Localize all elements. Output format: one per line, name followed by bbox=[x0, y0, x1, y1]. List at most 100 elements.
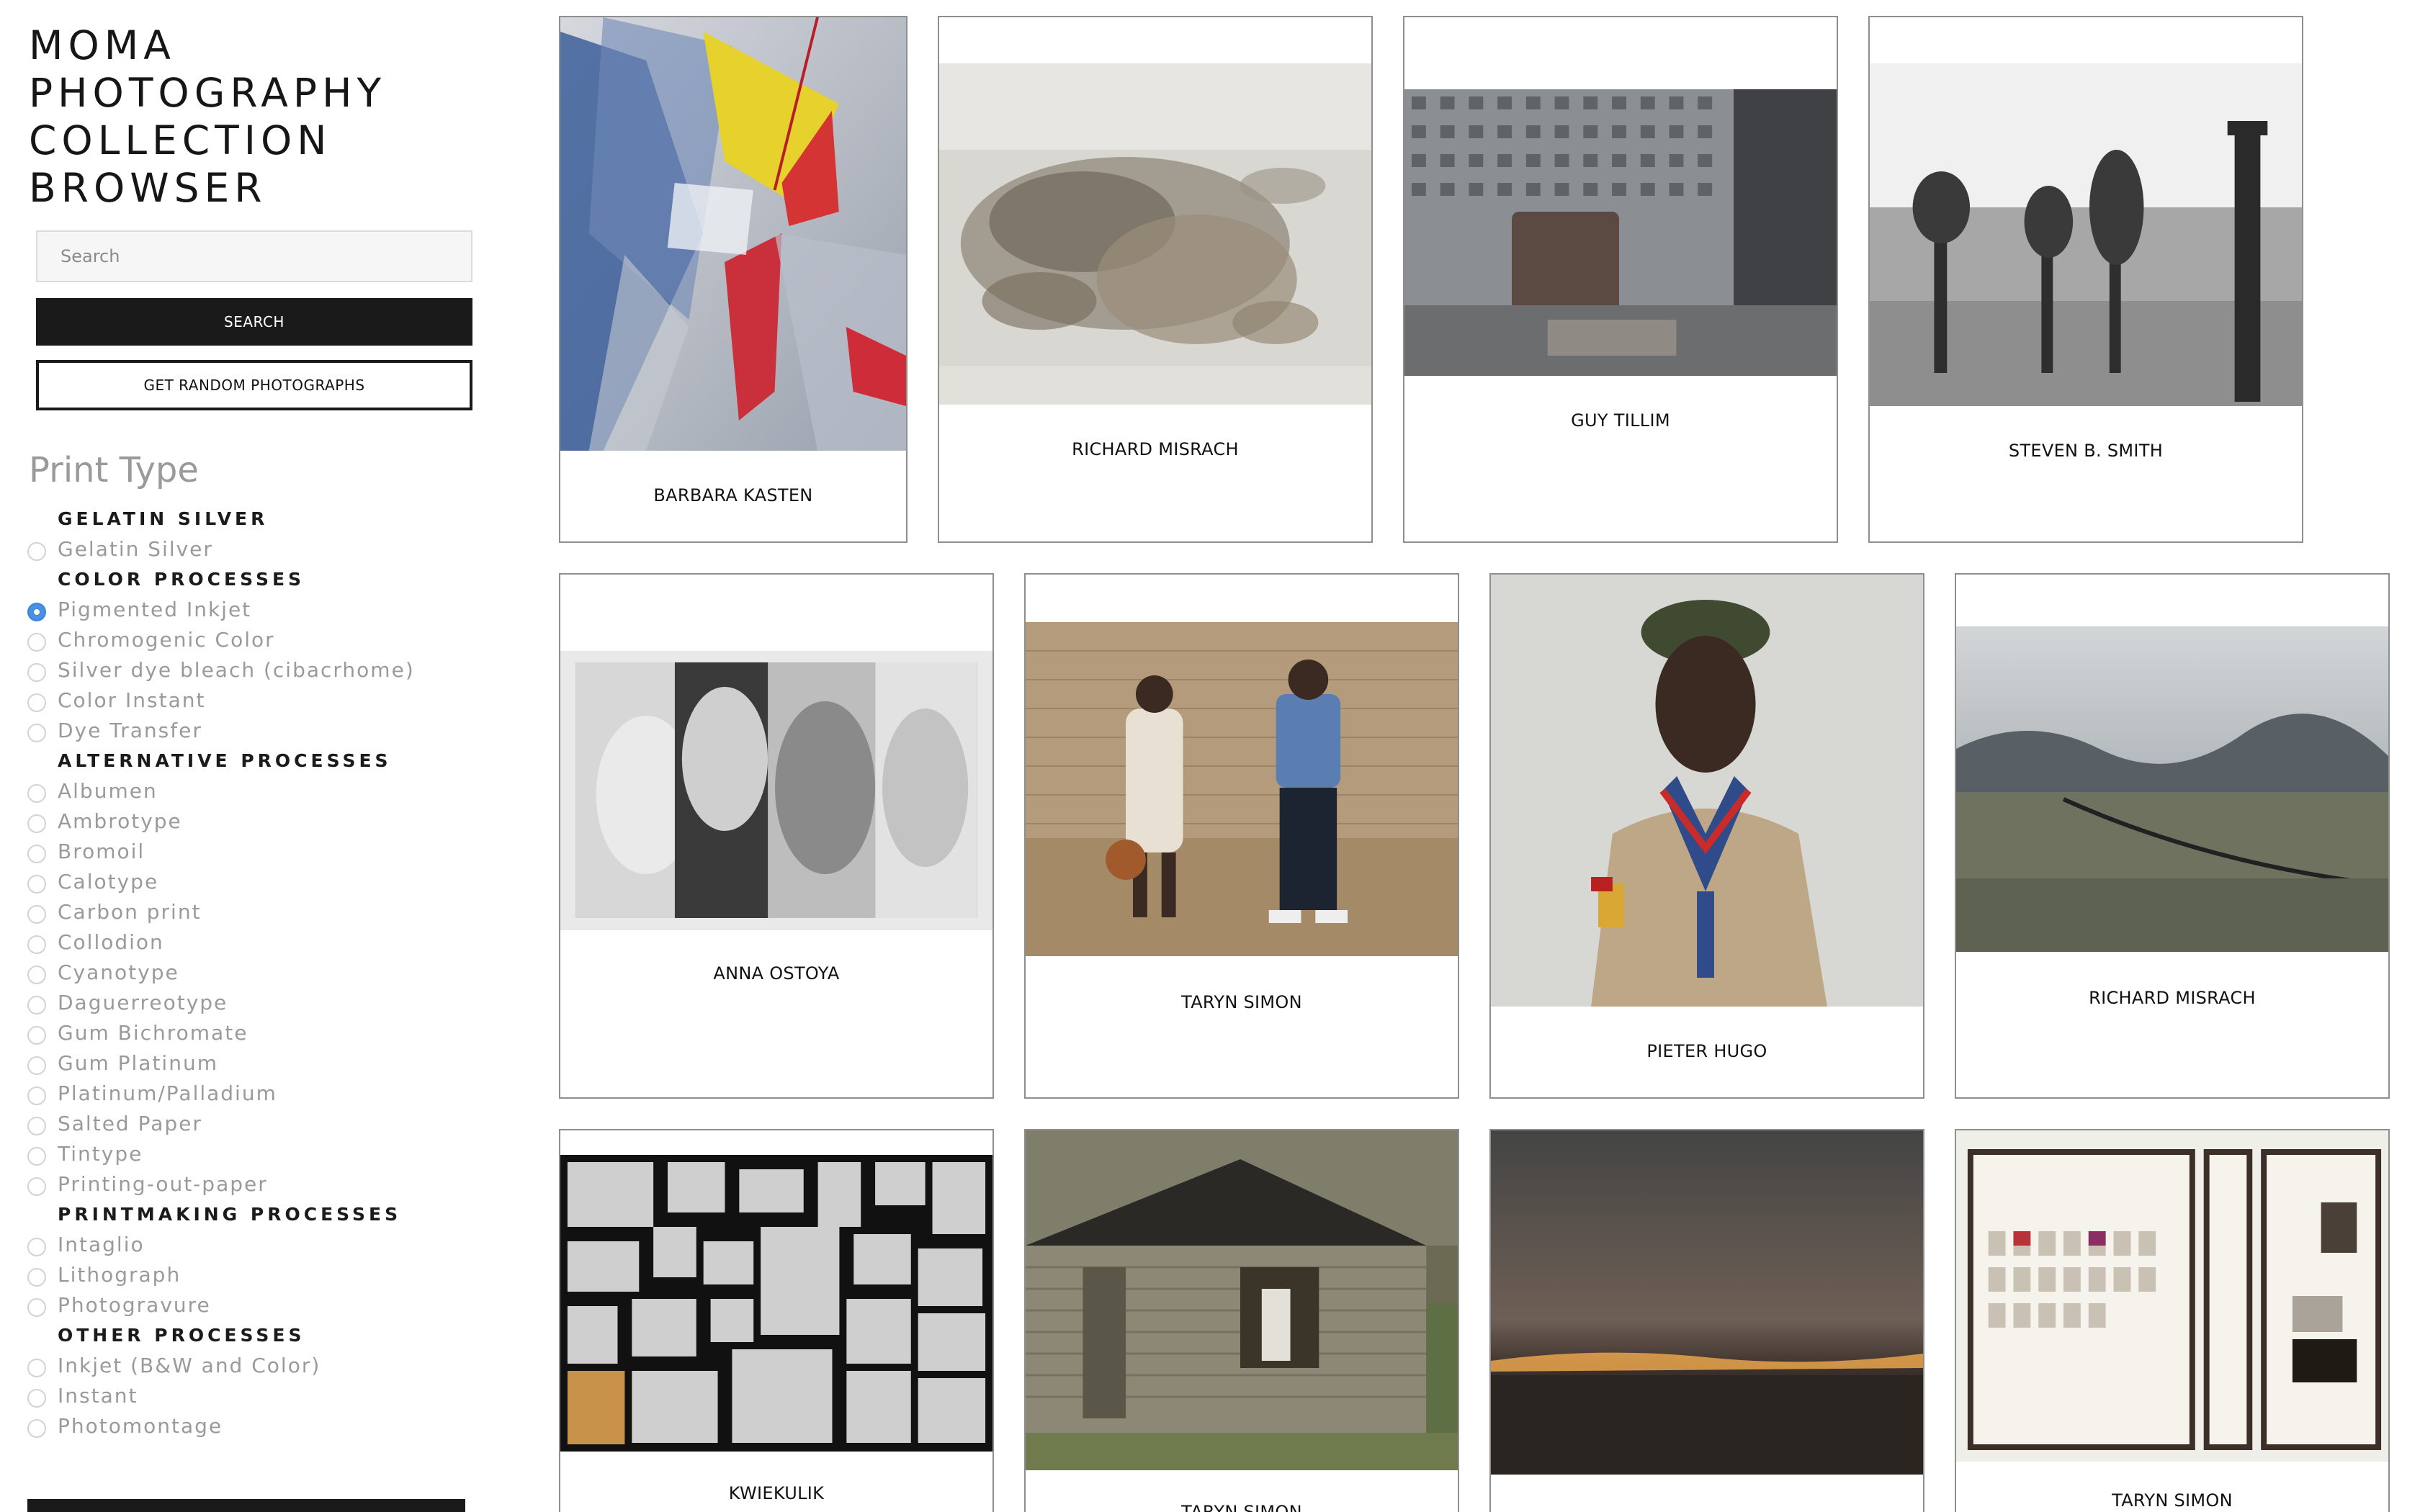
photo-card[interactable]: TARYN SIMON bbox=[1024, 1129, 1459, 1512]
filter-option-salted-paper[interactable]: Salted Paper bbox=[0, 1109, 519, 1139]
filter-group-gelatin-silver: GELATIN SILVER bbox=[58, 508, 269, 529]
site-title: MOMA PHOTOGRAPHY COLLECTION BROWSER bbox=[29, 22, 490, 212]
photo-card[interactable]: TARYN SIMON bbox=[1955, 1129, 2390, 1512]
photo-image bbox=[1026, 1130, 1458, 1470]
filter-option-label: Chromogenic Color bbox=[58, 628, 275, 652]
photo-card[interactable] bbox=[1489, 1129, 1924, 1512]
photo-card[interactable]: RICHARD MISRACH bbox=[938, 16, 1373, 543]
radio-button[interactable] bbox=[27, 996, 46, 1014]
filter-option-label: Gelatin Silver bbox=[58, 537, 213, 561]
radio-button[interactable] bbox=[27, 724, 46, 742]
radio-button[interactable] bbox=[27, 693, 46, 712]
photo-image bbox=[560, 1155, 992, 1452]
radio-button[interactable] bbox=[27, 1086, 46, 1105]
radio-button[interactable] bbox=[27, 1147, 46, 1166]
radio-button[interactable] bbox=[27, 1268, 46, 1287]
radio-button[interactable] bbox=[27, 1359, 46, 1377]
filter-option-label: Photogravure bbox=[58, 1293, 211, 1317]
radio-button[interactable] bbox=[27, 905, 46, 924]
search-input[interactable] bbox=[36, 230, 472, 282]
radio-button[interactable] bbox=[27, 935, 46, 954]
radio-button[interactable] bbox=[27, 633, 46, 652]
print-type-heading: Print Type bbox=[29, 450, 199, 490]
photo-card[interactable]: TARYN SIMON bbox=[1024, 573, 1459, 1099]
filter-option-ambrotype[interactable]: Ambrotype bbox=[0, 806, 519, 837]
filter-option-carbon-print[interactable]: Carbon print bbox=[0, 897, 519, 927]
filter-option-tintype[interactable]: Tintype bbox=[0, 1139, 519, 1169]
photo-artist: PIETER HUGO bbox=[1646, 1041, 1767, 1061]
radio-button[interactable] bbox=[27, 1026, 46, 1045]
print-type-filter-list: GELATIN SILVER Gelatin Silver COLOR PROCES… bbox=[0, 504, 519, 1441]
filter-option-instant[interactable]: Instant bbox=[0, 1381, 519, 1411]
filter-option-collodion[interactable]: Collodion bbox=[0, 927, 519, 958]
search-button[interactable]: SEARCH bbox=[36, 298, 472, 346]
filter-option-dye-transfer[interactable]: Dye Transfer bbox=[0, 716, 519, 746]
radio-button[interactable] bbox=[27, 542, 46, 561]
filter-option-label: Daguerreotype bbox=[58, 991, 228, 1014]
radio-button[interactable] bbox=[27, 1298, 46, 1317]
photo-card[interactable]: ANNA OSTOYA bbox=[559, 573, 994, 1099]
filter-option-cyanotype[interactable]: Cyanotype bbox=[0, 958, 519, 988]
filter-option-pigmented-inkjet[interactable]: Pigmented Inkjet bbox=[0, 595, 519, 625]
filter-option-label: Pigmented Inkjet bbox=[58, 598, 252, 621]
photo-image bbox=[1491, 1130, 1923, 1475]
filter-option-gum-platinum[interactable]: Gum Platinum bbox=[0, 1048, 519, 1079]
filter-option-label: Collodion bbox=[58, 930, 164, 954]
filter-option-label: Color Instant bbox=[58, 688, 206, 712]
radio-button[interactable] bbox=[27, 1177, 46, 1196]
photo-card[interactable]: RICHARD MISRACH bbox=[1955, 573, 2390, 1099]
filter-option-gum-bichromate[interactable]: Gum Bichromate bbox=[0, 1018, 519, 1048]
filter-option-gelatin-silver[interactable]: Gelatin Silver bbox=[0, 534, 519, 564]
filter-option-lithograph[interactable]: Lithograph bbox=[0, 1260, 519, 1290]
filter-option-photogravure[interactable]: Photogravure bbox=[0, 1290, 519, 1320]
filter-group-other-processes: OTHER PROCESSES bbox=[58, 1325, 305, 1346]
photo-card[interactable]: BARBARA KASTEN bbox=[559, 16, 908, 543]
filter-option-inkjet-b-w-and-color[interactable]: Inkjet (B&W and Color) bbox=[0, 1351, 519, 1381]
site-title-line: PHOTOGRAPHY bbox=[29, 70, 387, 116]
radio-button[interactable] bbox=[27, 663, 46, 682]
photo-artist: TARYN SIMON bbox=[2112, 1490, 2233, 1511]
radio-button[interactable] bbox=[27, 814, 46, 833]
site-title-line: COLLECTION bbox=[29, 117, 332, 163]
photo-image bbox=[1956, 626, 2388, 952]
photo-image bbox=[1404, 89, 1837, 376]
photo-artist: ANNA OSTOYA bbox=[713, 963, 840, 984]
filter-option-daguerreotype[interactable]: Daguerreotype bbox=[0, 988, 519, 1018]
radio-button[interactable] bbox=[27, 1056, 46, 1075]
filter-option-intaglio[interactable]: Intaglio bbox=[0, 1230, 519, 1260]
filter-option-albumen[interactable]: Albumen bbox=[0, 776, 519, 806]
photo-artist: GUY TILLIM bbox=[1571, 410, 1670, 431]
filter-option-color-instant[interactable]: Color Instant bbox=[0, 685, 519, 716]
site-title-line: MOMA bbox=[29, 22, 176, 68]
radio-button[interactable] bbox=[27, 603, 46, 621]
filter-option-photomontage[interactable]: Photomontage bbox=[0, 1411, 519, 1441]
radio-button[interactable] bbox=[27, 1238, 46, 1256]
radio-button[interactable] bbox=[27, 1419, 46, 1438]
photo-artist: STEVEN B. SMITH bbox=[2008, 441, 2164, 461]
filter-group-alternative-processes: ALTERNATIVE PROCESSES bbox=[58, 750, 392, 771]
photo-card[interactable]: GUY TILLIM bbox=[1403, 16, 1838, 543]
sidebar-bottom-button[interactable] bbox=[27, 1499, 465, 1512]
radio-button[interactable] bbox=[27, 1117, 46, 1135]
photo-image bbox=[560, 17, 906, 451]
radio-button[interactable] bbox=[27, 1389, 46, 1408]
filter-option-silver-dye-bleach-cibacrhome[interactable]: Silver dye bleach (cibacrhome) bbox=[0, 655, 519, 685]
radio-button[interactable] bbox=[27, 875, 46, 894]
random-photographs-button[interactable]: GET RANDOM PHOTOGRAPHS bbox=[36, 360, 472, 410]
filter-option-label: Photomontage bbox=[58, 1414, 223, 1438]
filter-option-calotype[interactable]: Calotype bbox=[0, 867, 519, 897]
photo-card[interactable]: PIETER HUGO bbox=[1489, 573, 1924, 1099]
filter-option-bromoil[interactable]: Bromoil bbox=[0, 837, 519, 867]
radio-button[interactable] bbox=[27, 966, 46, 984]
filter-option-printing-out-paper[interactable]: Printing-out-paper bbox=[0, 1169, 519, 1200]
photo-card[interactable]: STEVEN B. SMITH bbox=[1868, 16, 2303, 543]
photo-image bbox=[1026, 622, 1458, 956]
radio-button[interactable] bbox=[27, 784, 46, 803]
filter-option-chromogenic-color[interactable]: Chromogenic Color bbox=[0, 625, 519, 655]
photo-image bbox=[1491, 575, 1923, 1007]
filter-option-label: Platinum/Palladium bbox=[58, 1081, 277, 1105]
radio-button[interactable] bbox=[27, 845, 46, 863]
filter-option-label: Gum Bichromate bbox=[58, 1021, 248, 1045]
photo-card[interactable]: KWIEKULIK bbox=[559, 1129, 994, 1512]
filter-option-platinum-palladium[interactable]: Platinum/Palladium bbox=[0, 1079, 519, 1109]
